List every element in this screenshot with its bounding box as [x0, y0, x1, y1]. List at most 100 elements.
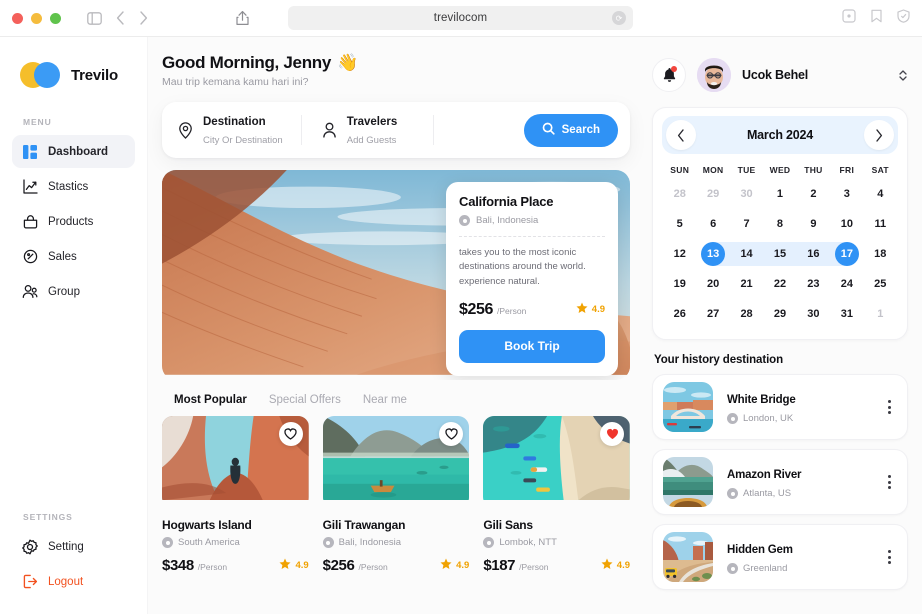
back-icon[interactable] [116, 11, 125, 25]
calendar-day[interactable]: 2 [797, 179, 830, 209]
calendar-day-range-end[interactable]: 17 [830, 239, 863, 269]
calendar-day[interactable]: 6 [696, 209, 729, 239]
calendar-day[interactable]: 28 [730, 299, 763, 329]
calendar-day[interactable]: 18 [864, 239, 897, 269]
heart-outline-icon [445, 428, 458, 440]
star-icon [279, 558, 291, 573]
calendar-day[interactable]: 21 [730, 269, 763, 299]
sidebar-toggle-icon[interactable] [87, 11, 102, 25]
calendar-day[interactable]: 4 [864, 179, 897, 209]
search-button[interactable]: Search [523, 113, 618, 147]
calendar-day-in-range[interactable]: 16 [796, 239, 831, 269]
calendar-day[interactable]: 12 [663, 239, 696, 269]
sidebar-item-label: Group [48, 285, 80, 298]
list-item[interactable]: White Bridge London, UK [652, 374, 908, 440]
destination-price-row: $187 /Person 4.9 [483, 557, 630, 574]
calendar-day[interactable]: 3 [830, 179, 863, 209]
address-bar[interactable]: trevilocom ⟳ [288, 6, 633, 30]
calendar-day[interactable]: 1 [864, 299, 897, 329]
calendar-day[interactable]: 22 [763, 269, 796, 299]
calendar-day[interactable]: 28 [663, 179, 696, 209]
calendar-day[interactable]: 29 [696, 179, 729, 209]
destination-price: $256 [322, 557, 355, 574]
list-item[interactable]: Amazon River Atlanta, US [652, 449, 908, 515]
sidebar-item-sales[interactable]: Sales [12, 240, 135, 273]
destination-rating: 4.9 [440, 558, 469, 573]
tab-most-popular[interactable]: Most Popular [174, 394, 247, 406]
reload-icon[interactable]: ⟳ [612, 11, 626, 25]
calendar-day-in-range[interactable]: 15 [763, 239, 797, 269]
history-item-name: White Bridge [727, 394, 796, 406]
forward-icon[interactable] [139, 11, 148, 25]
sidebar-item-group[interactable]: Group [12, 275, 135, 308]
calendar-day[interactable]: 26 [663, 299, 696, 329]
destination-field[interactable]: Destination City Or Destination [178, 112, 301, 148]
tab-near-me[interactable]: Near me [363, 394, 407, 406]
chart-icon [22, 179, 38, 195]
shield-icon[interactable] [897, 8, 910, 28]
favorite-button[interactable] [278, 422, 303, 446]
sidebar-item-setting[interactable]: Setting [12, 530, 135, 563]
favorite-button[interactable] [600, 422, 625, 446]
maximize-window-button[interactable] [50, 12, 61, 24]
more-options-icon[interactable] [884, 471, 895, 493]
sidebar-item-dashboard[interactable]: Dashboard [12, 135, 135, 168]
calendar-day[interactable]: 19 [663, 269, 696, 299]
calendar-day[interactable]: 11 [864, 209, 897, 239]
more-options-icon[interactable] [884, 396, 895, 418]
sidebar-item-label: Dashboard [48, 145, 109, 158]
star-icon [601, 558, 613, 573]
minimize-window-button[interactable] [31, 12, 42, 24]
more-options-icon[interactable] [884, 546, 895, 568]
bookmark-icon[interactable] [871, 9, 882, 28]
destination-rating-value: 4.9 [456, 560, 470, 571]
calendar-day-in-range[interactable]: 14 [729, 239, 764, 269]
calendar-day[interactable]: 8 [763, 209, 796, 239]
calendar-day[interactable]: 20 [696, 269, 729, 299]
calendar-day[interactable]: 29 [763, 299, 796, 329]
book-trip-button[interactable]: Book Trip [459, 329, 605, 363]
new-tab-icon[interactable] [842, 8, 856, 28]
window-controls[interactable] [12, 12, 61, 24]
page-title: Good Morning, Jenny 👋 [162, 53, 630, 73]
weekday-label: SAT [871, 165, 889, 175]
calendar-day[interactable]: 24 [830, 269, 863, 299]
sidebar-item-logout[interactable]: Logout [12, 565, 135, 598]
calendar-day[interactable]: 30 [797, 299, 830, 329]
calendar-day[interactable]: 23 [797, 269, 830, 299]
destination-rating: 4.9 [601, 558, 630, 573]
calendar-prev-button[interactable] [666, 120, 696, 150]
calendar-day[interactable]: 7 [730, 209, 763, 239]
sidebar-item-stastics[interactable]: Stastics [12, 170, 135, 203]
calendar-day[interactable]: 1 [763, 179, 796, 209]
list-item[interactable]: Hidden Gem Greenland [652, 524, 908, 590]
avatar[interactable] [697, 58, 731, 92]
dashboard-icon [22, 144, 38, 160]
calendar-day[interactable]: 31 [830, 299, 863, 329]
destination-card[interactable]: Gili Trawangan Bali, Indonesia $256 /Per… [322, 416, 469, 574]
calendar-day[interactable]: 9 [797, 209, 830, 239]
destination-title: Hogwarts Island [162, 518, 252, 532]
share-icon[interactable] [236, 10, 249, 26]
calendar-day[interactable]: 10 [830, 209, 863, 239]
calendar-next-button[interactable] [863, 120, 894, 150]
calendar-day-range-start[interactable]: 13 [696, 239, 730, 269]
wave-emoji-icon: 👋 [337, 53, 358, 72]
calendar-day[interactable]: 5 [663, 209, 696, 239]
destination-card[interactable]: Gili Sans Lombok, NTT $187 /Person 4.9 [483, 416, 630, 574]
calendar-day[interactable]: 25 [864, 269, 897, 299]
destination-rating-value: 4.9 [616, 560, 631, 571]
notification-button[interactable] [652, 58, 686, 92]
calendar-day[interactable]: 30 [730, 179, 763, 209]
destination-placeholder: City Or Destination [203, 135, 283, 146]
travelers-field[interactable]: Travelers Add Guests [302, 112, 416, 148]
destination-card[interactable]: Hogwarts Island South America $348 /Pers… [162, 416, 309, 574]
user-menu-toggle[interactable] [898, 68, 908, 83]
calendar-header: March 2024 [662, 116, 898, 154]
location-pin-icon [727, 413, 738, 424]
sidebar-item-products[interactable]: Products [12, 205, 135, 238]
tab-special-offers[interactable]: Special Offers [269, 394, 341, 406]
brand-logo[interactable]: Trevilo [0, 55, 147, 95]
close-window-button[interactable] [12, 12, 23, 24]
calendar-day[interactable]: 27 [696, 299, 729, 329]
